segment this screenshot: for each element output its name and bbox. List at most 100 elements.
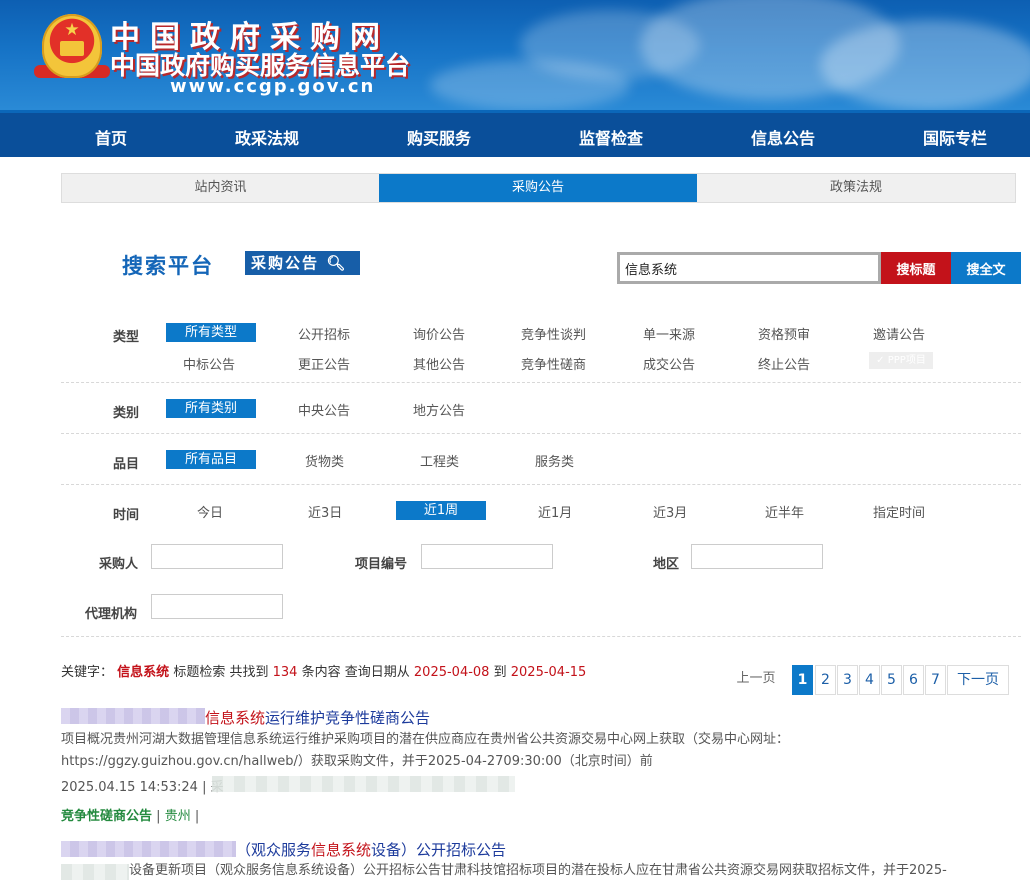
filter-type-consultation[interactable]: 竞争性磋商: [521, 354, 586, 373]
pager-page[interactable]: 7: [925, 665, 946, 695]
filter-type-inquiry[interactable]: 询价公告: [413, 324, 465, 343]
filter-item-label: 品目: [113, 457, 140, 472]
divider: [61, 636, 1021, 637]
cloud-decoration: [820, 20, 1030, 110]
result-meta: 2025.04.15 14:53:24 | 采: [61, 776, 224, 795]
nav-home[interactable]: 首页: [95, 125, 127, 149]
filter-type-other[interactable]: 其他公告: [413, 354, 465, 373]
filter-type-single-source[interactable]: 单一来源: [643, 324, 695, 343]
pager-prev[interactable]: 上一页: [727, 665, 785, 695]
pager-page[interactable]: 2: [815, 665, 836, 695]
project-no-input[interactable]: [421, 544, 553, 569]
date-to: 2025-04-15: [510, 665, 587, 680]
purchaser-input[interactable]: [151, 544, 283, 569]
filter-item-goods[interactable]: 货物类: [305, 451, 344, 470]
tab-policies[interactable]: 政策法规: [697, 174, 1015, 202]
filter-type-termination[interactable]: 终止公告: [758, 354, 810, 373]
filter-time-3months[interactable]: 近3月: [653, 502, 687, 521]
result-category[interactable]: 竞争性磋商公告: [61, 809, 152, 824]
site-header: ★ 中国政府采购网 中国政府购买服务信息平台 www.ccgp.gov.cn: [0, 0, 1030, 110]
region-input[interactable]: [691, 544, 823, 569]
divider: [61, 382, 1021, 383]
search-platform-badge: 采购公告 🔍︎: [245, 251, 360, 275]
search-title-button[interactable]: 搜标题: [881, 252, 951, 284]
filter-type-open-tender[interactable]: 公开招标: [298, 324, 350, 343]
search-summary: 关键字： 信息系统 标题检索 共找到 134 条内容 查询日期从 2025-04…: [61, 661, 586, 680]
filter-type-award[interactable]: 中标公告: [183, 354, 235, 373]
result-title-text: 运行维护竞争性磋商公告: [265, 709, 431, 727]
divider: [61, 433, 1021, 434]
nav-purchase-services[interactable]: 购买服务: [407, 125, 471, 149]
pager-page[interactable]: 5: [881, 665, 902, 695]
result-description: 项目概况贵州河湖大数据管理信息系统运行维护采购项目的潜在供应商应在贵州省公共资源…: [61, 729, 1021, 773]
filter-type-label: 类型: [113, 330, 140, 345]
result-title-highlight: 信息系统: [205, 709, 266, 727]
filter-time-3days[interactable]: 近3日: [308, 502, 342, 521]
filter-ppp-checkbox[interactable]: ✓ PPP项目: [869, 352, 933, 369]
filter-time-1week[interactable]: 近1周: [396, 501, 486, 520]
date-text: 查询日期从: [344, 665, 410, 680]
filter-item-all[interactable]: 所有品目: [166, 450, 256, 469]
redacted-text: [61, 841, 236, 857]
filter-type-deal[interactable]: 成交公告: [643, 354, 695, 373]
filter-item-engineering[interactable]: 工程类: [420, 451, 459, 470]
purchaser-label: 采购人: [99, 557, 139, 572]
separator: |: [194, 809, 200, 824]
search-fulltext-button[interactable]: 搜全文: [951, 252, 1021, 284]
search-mode: 标题检索: [173, 665, 226, 680]
pager-next[interactable]: 下一页: [947, 665, 1009, 695]
pager-page[interactable]: 1: [792, 665, 813, 695]
filter-time-today[interactable]: 今日: [197, 502, 223, 521]
filter-category-local[interactable]: 地方公告: [413, 400, 465, 419]
result-tags: 竞争性磋商公告 | 贵州 |: [61, 805, 199, 824]
filter-type-invitation[interactable]: 邀请公告: [873, 324, 925, 343]
filter-time-half-year[interactable]: 近半年: [765, 502, 804, 521]
result-title-text: （观众服务: [236, 841, 312, 859]
nav-regulations[interactable]: 政采法规: [235, 125, 299, 149]
filter-type-all[interactable]: 所有类型: [166, 323, 256, 342]
tab-site-news[interactable]: 站内资讯: [62, 174, 379, 202]
result-count: 134: [272, 665, 298, 680]
nav-international[interactable]: 国际专栏: [923, 125, 987, 149]
pager-page[interactable]: 3: [837, 665, 858, 695]
nav-announcements[interactable]: 信息公告: [751, 125, 815, 149]
filter-time-label: 时间: [113, 508, 140, 523]
agency-input[interactable]: [151, 594, 283, 619]
site-url: www.ccgp.gov.cn: [170, 76, 376, 97]
search-input[interactable]: [617, 252, 881, 284]
keyword-value: 信息系统: [117, 665, 170, 680]
keyword-prefix: 关键字：: [61, 665, 114, 680]
filter-category-all[interactable]: 所有类别: [166, 399, 256, 418]
tab-procurement-notices[interactable]: 采购公告: [379, 174, 697, 202]
filter-time-custom[interactable]: 指定时间: [873, 502, 925, 521]
filter-type-negotiation[interactable]: 竞争性谈判: [521, 324, 586, 343]
pager-page[interactable]: 6: [903, 665, 924, 695]
pager-page[interactable]: 4: [859, 665, 880, 695]
project-no-label: 项目编号: [355, 557, 408, 572]
filter-type-prequalification[interactable]: 资格预审: [758, 324, 810, 343]
result-title-text: 设备）公开招标公告: [371, 841, 507, 859]
result-region[interactable]: 贵州: [165, 809, 191, 824]
national-emblem-icon: ★: [42, 14, 102, 78]
result-unit: 条内容: [301, 665, 341, 680]
region-label: 地区: [653, 557, 680, 572]
filter-item-services[interactable]: 服务类: [535, 451, 574, 470]
result-title[interactable]: （观众服务信息系统设备）公开招标公告: [236, 839, 506, 860]
result-title[interactable]: 信息系统运行维护竞争性磋商公告: [205, 707, 430, 728]
redacted-text: [61, 864, 129, 880]
sub-tabs: 站内资讯 采购公告 政策法规: [61, 173, 1016, 203]
filter-time-1month[interactable]: 近1月: [538, 502, 572, 521]
divider: [61, 484, 1021, 485]
result-description-line: 设备更新项目（观众服务信息系统设备）公开招标公告甘肃科技馆招标项目的潜在投标人应…: [129, 863, 947, 878]
nav-supervision[interactable]: 监督检查: [579, 125, 643, 149]
separator: |: [156, 809, 161, 824]
found-text: 共找到: [229, 665, 269, 680]
result-time: 2025.04.15 14:53:24 | 采: [61, 780, 224, 795]
date-to-text: 到: [493, 665, 507, 680]
redacted-text: [212, 776, 515, 792]
result-description-line: 项目概况贵州河湖大数据管理信息系统运行维护采购项目的潜在供应商应在贵州省公共资源…: [61, 732, 790, 747]
filter-type-correction[interactable]: 更正公告: [298, 354, 350, 373]
date-from: 2025-04-08: [413, 665, 490, 680]
result-description: 设备更新项目（观众服务信息系统设备）公开招标公告甘肃科技馆招标项目的潜在投标人应…: [129, 860, 1019, 880]
filter-category-central[interactable]: 中央公告: [298, 400, 350, 419]
